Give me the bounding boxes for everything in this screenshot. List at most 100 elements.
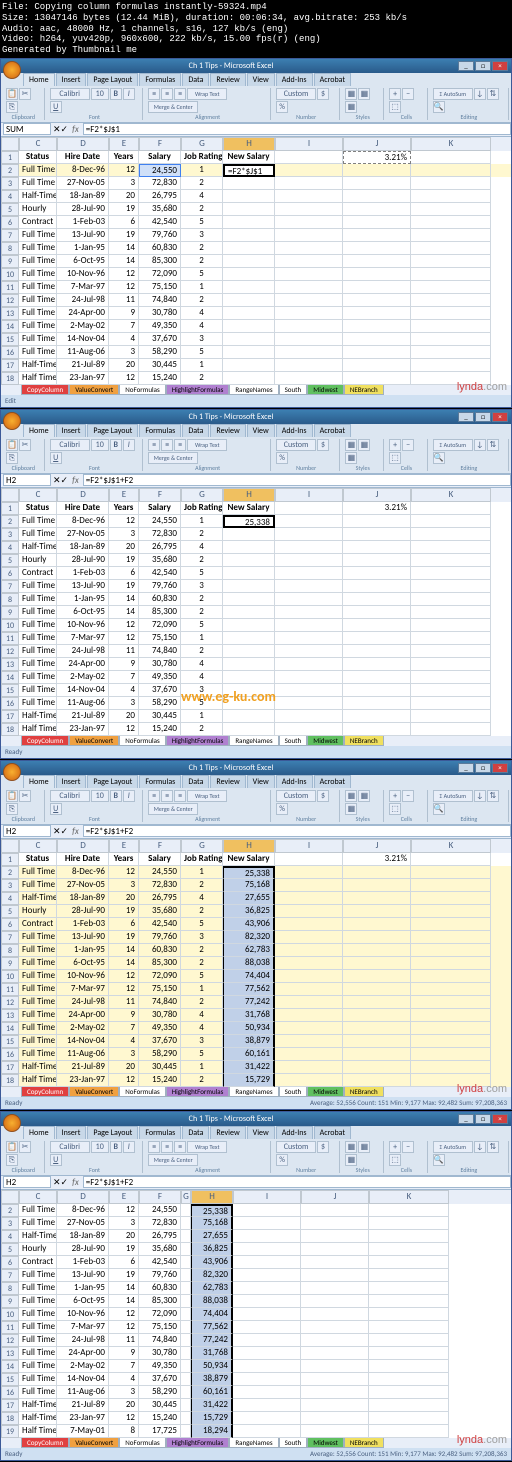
align-center-button[interactable]: ≡ (161, 790, 173, 802)
sheet-tab-valueconvert[interactable]: ValueConvert (69, 384, 119, 395)
col-header-H[interactable]: H (191, 1190, 233, 1204)
cell-c10[interactable]: Full Time (19, 268, 57, 281)
cell-h4[interactable] (223, 190, 275, 203)
cell-f3[interactable]: 72,830 (139, 177, 181, 190)
col-header-K[interactable]: K (411, 488, 491, 502)
cell-e10[interactable]: 12 (109, 268, 139, 281)
cell-d11[interactable]: 7-Mar-97 (57, 281, 109, 294)
cell-e16[interactable]: 3 (109, 346, 139, 359)
cell-h16[interactable] (223, 346, 275, 359)
row-header-17[interactable]: 17 (1, 1061, 19, 1074)
ribbon-tab-view[interactable]: View (247, 775, 275, 788)
col-header-J[interactable]: J (301, 1190, 369, 1204)
row-header-10[interactable]: 10 (1, 1308, 19, 1321)
col-header-F[interactable]: F (139, 839, 181, 853)
row-header-4[interactable]: 4 (1, 1230, 19, 1243)
row-header-13[interactable]: 13 (1, 1009, 19, 1022)
cell-h10[interactable]: 74,404 (191, 1308, 233, 1321)
italic-button[interactable]: I (123, 88, 135, 100)
delete-cells-button[interactable]: − (402, 439, 414, 451)
row-header-4[interactable]: 4 (1, 892, 19, 905)
cut-button[interactable]: ✂ (19, 439, 31, 451)
cell-e11[interactable]: 12 (109, 281, 139, 294)
italic-button[interactable]: I (123, 439, 135, 451)
ribbon-tab-pagelayout[interactable]: Page Layout (87, 424, 138, 437)
ribbon-tab-insert[interactable]: Insert (56, 73, 87, 86)
percent-button[interactable]: % (276, 803, 288, 815)
conditional-format-button[interactable]: ▦ (345, 88, 357, 100)
cell-g15[interactable]: 3 (181, 333, 223, 346)
insert-cells-button[interactable]: + (389, 439, 401, 451)
cell-h13[interactable]: 31,768 (223, 1009, 275, 1022)
find-button[interactable]: 🔍 (433, 1154, 445, 1166)
col-header-H[interactable]: H (223, 839, 275, 853)
row-header-17[interactable]: 17 (1, 359, 19, 372)
ribbon-tab-home[interactable]: Home (23, 775, 55, 788)
row-header-16[interactable]: 16 (1, 1048, 19, 1061)
row-header-7[interactable]: 7 (1, 1269, 19, 1282)
sheet-tab-noformulas[interactable]: NoFormulas (119, 1086, 165, 1097)
cell-d12[interactable]: 24-Jul-98 (57, 294, 109, 307)
sheet-tab-midwest[interactable]: Midwest (307, 384, 344, 395)
format-cells-button[interactable]: ⬚ (389, 101, 401, 113)
name-box[interactable]: H2 (3, 474, 51, 486)
ribbon-tab-view[interactable]: View (247, 1126, 275, 1139)
underline-button[interactable]: U (50, 101, 62, 113)
cell-h7[interactable] (223, 580, 275, 593)
fill-button[interactable]: ↓ (474, 88, 486, 100)
sheet-tab-south[interactable]: South (279, 735, 308, 746)
font-name-selector[interactable]: Calibri (50, 88, 90, 100)
ribbon-tab-pagelayout[interactable]: Page Layout (87, 73, 138, 86)
sheet-tab-valueconvert[interactable]: ValueConvert (69, 1086, 119, 1097)
row-header-14[interactable]: 14 (1, 1022, 19, 1035)
cell-h18[interactable] (223, 372, 275, 385)
currency-button[interactable]: $ (317, 88, 329, 100)
cell-h14[interactable]: 50,934 (191, 1360, 233, 1373)
col-header-F[interactable]: F (139, 488, 181, 502)
header-years[interactable]: Years (109, 151, 139, 164)
merge-center-button[interactable]: Merge & Center (148, 452, 198, 464)
cell-h5[interactable] (223, 554, 275, 567)
cell-d15[interactable]: 14-Nov-04 (57, 333, 109, 346)
copy-button[interactable]: ⎘ (6, 452, 18, 464)
cell-h7[interactable]: 82,320 (191, 1269, 233, 1282)
header-hiredate[interactable]: Hire Date (57, 151, 109, 164)
sheet-tab-highlightformulas[interactable]: HighlightFormulas (166, 1086, 230, 1097)
row-header-11[interactable]: 11 (1, 632, 19, 645)
cell-e6[interactable]: 6 (109, 216, 139, 229)
row-header-6[interactable]: 6 (1, 918, 19, 931)
cell-f16[interactable]: 58,290 (139, 346, 181, 359)
cell-f9[interactable]: 85,300 (139, 255, 181, 268)
name-box[interactable]: H2 (3, 825, 51, 837)
sort-filter-button[interactable]: ⇅ (487, 88, 499, 100)
row-header-15[interactable]: 15 (1, 1035, 19, 1048)
cell-h11[interactable]: 77,562 (191, 1321, 233, 1334)
cell-h13[interactable]: 31,768 (191, 1347, 233, 1360)
row-header-7[interactable]: 7 (1, 229, 19, 242)
row-header-13[interactable]: 13 (1, 658, 19, 671)
percent-button[interactable]: % (276, 101, 288, 113)
fill-button[interactable]: ↓ (474, 439, 486, 451)
cell-h12[interactable] (223, 645, 275, 658)
cell-h6[interactable] (223, 216, 275, 229)
ribbon-tab-acrobat[interactable]: Acrobat (314, 775, 352, 788)
currency-button[interactable]: $ (317, 1141, 329, 1153)
header-status[interactable]: Status (19, 151, 57, 164)
cell-d10[interactable]: 10-Nov-96 (57, 268, 109, 281)
close-button[interactable]: × (492, 1114, 508, 1124)
col-header-K[interactable]: K (369, 1190, 449, 1204)
cell-f11[interactable]: 75,150 (139, 281, 181, 294)
ribbon-tab-home[interactable]: Home (23, 424, 55, 437)
percent-button[interactable]: % (276, 1154, 288, 1166)
select-all-corner[interactable] (1, 137, 19, 151)
copy-button[interactable]: ⎘ (6, 1154, 18, 1166)
cell-c5[interactable]: Hourly (19, 203, 57, 216)
cell-c7[interactable]: Full Time (19, 229, 57, 242)
bold-button[interactable]: B (110, 790, 122, 802)
percent-button[interactable]: % (276, 452, 288, 464)
col-header-H[interactable]: H (223, 488, 275, 502)
sheet-tab-nebranch[interactable]: NEBranch (344, 1086, 384, 1097)
cell-h17[interactable]: 31,422 (191, 1399, 233, 1412)
row-header-18[interactable]: 18 (1, 723, 19, 736)
find-button[interactable]: 🔍 (433, 803, 445, 815)
